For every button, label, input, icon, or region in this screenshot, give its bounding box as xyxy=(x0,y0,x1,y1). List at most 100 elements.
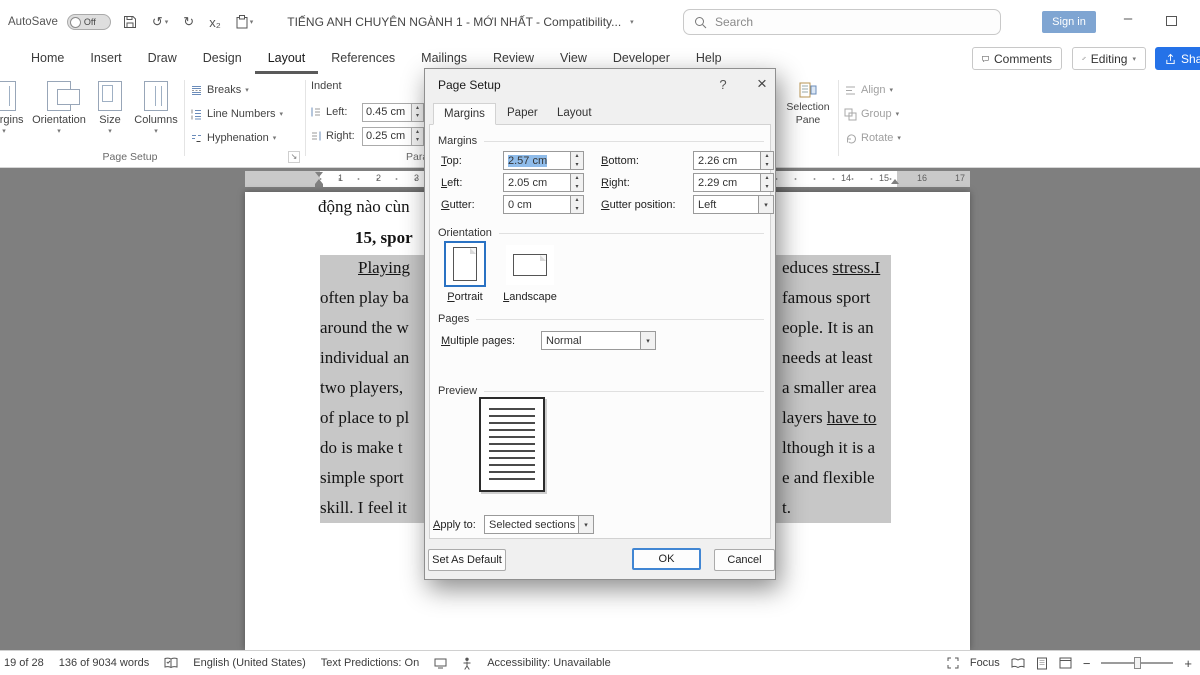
tab-layout[interactable]: Layout xyxy=(255,44,319,74)
zoom-slider-thumb[interactable] xyxy=(1134,657,1141,669)
right-indent-marker[interactable] xyxy=(891,179,899,184)
zoom-out-button[interactable]: − xyxy=(1083,656,1091,671)
paste-button[interactable]: ▾ xyxy=(233,13,257,31)
document-text-line[interactable]: two players, xyxy=(320,378,403,401)
align-button[interactable]: Align ▾ xyxy=(844,80,893,100)
top-margin-spinner[interactable]: ▴▾ xyxy=(570,152,583,169)
minimize-button[interactable]: – xyxy=(1118,10,1138,27)
dialog-tab-layout[interactable]: Layout xyxy=(547,103,602,125)
undo-button[interactable]: ↺ ▾ xyxy=(149,12,171,32)
title-chevron-icon[interactable]: ▾ xyxy=(630,18,634,26)
comments-button[interactable]: Comments xyxy=(972,47,1062,70)
dialog-tab-paper[interactable]: Paper xyxy=(497,103,548,125)
zoom-in-button[interactable]: + xyxy=(1184,656,1192,671)
document-text-line[interactable]: educes stress.I xyxy=(782,258,880,281)
editing-button[interactable]: Editing ▾ xyxy=(1072,47,1146,70)
document-text-line[interactable]: layers have to xyxy=(782,408,876,431)
document-text-line[interactable]: famous sport xyxy=(782,288,870,311)
gutter-field[interactable]: 0 cm ▴▾ xyxy=(503,195,584,214)
landscape-option[interactable] xyxy=(506,245,554,285)
cancel-button[interactable]: Cancel xyxy=(714,549,775,571)
indent-right-spinner[interactable]: ▴▾ xyxy=(411,128,423,145)
right-margin-field[interactable]: 2.29 cm ▴▾ xyxy=(693,173,774,192)
tab-draw[interactable]: Draw xyxy=(135,44,190,74)
multiple-pages-dropdown-icon[interactable]: ▾ xyxy=(640,332,655,349)
read-mode-button[interactable] xyxy=(1011,658,1025,669)
tab-references[interactable]: References xyxy=(318,44,408,74)
page-indicator[interactable]: 19 of 28 xyxy=(4,657,44,669)
document-text-line[interactable]: of place to pl xyxy=(320,408,409,431)
document-text-line[interactable]: eople. It is an xyxy=(782,318,874,341)
word-count[interactable]: 136 of 9034 words xyxy=(59,657,150,669)
document-text-line[interactable]: lthough it is a xyxy=(782,438,875,461)
web-layout-button[interactable] xyxy=(1059,657,1072,669)
document-text-line[interactable]: t. xyxy=(782,498,791,521)
first-line-indent-marker[interactable] xyxy=(315,172,323,177)
gutter-spinner[interactable]: ▴▾ xyxy=(570,196,583,213)
gutter-position-select[interactable]: Left ▾ xyxy=(693,195,774,214)
accessibility-status[interactable]: Accessibility: Unavailable xyxy=(487,657,611,669)
group-button[interactable]: Group ▾ xyxy=(844,104,899,124)
indent-right-field[interactable]: 0.25 cm ▴▾ xyxy=(362,127,424,146)
page-setup-dialog-launcher[interactable]: ↘ xyxy=(288,151,300,163)
search-box[interactable]: Search xyxy=(683,9,1001,35)
document-text-line[interactable]: around the w xyxy=(320,318,409,341)
print-layout-button[interactable] xyxy=(1036,657,1048,670)
set-as-default-button[interactable]: Set As Default xyxy=(428,549,506,571)
left-indent-marker[interactable] xyxy=(315,184,323,187)
dialog-close-button[interactable]: × xyxy=(753,74,771,94)
right-margin-spinner[interactable]: ▴▾ xyxy=(760,174,773,191)
size-button[interactable]: Size ▾ xyxy=(90,78,130,154)
orientation-button[interactable]: Orientation ▾ xyxy=(28,78,90,154)
indent-left-spinner[interactable]: ▴▾ xyxy=(411,104,423,121)
hyphenation-button[interactable]: Hyphenation ▾ xyxy=(190,128,276,148)
dialog-help-button[interactable]: ? xyxy=(715,77,731,92)
bottom-margin-spinner[interactable]: ▴▾ xyxy=(760,152,773,169)
restore-window-button[interactable] xyxy=(1166,16,1177,26)
left-margin-field[interactable]: 2.05 cm ▴▾ xyxy=(503,173,584,192)
apply-to-select[interactable]: Selected sections ▾ xyxy=(484,515,594,534)
proofing-errors-button[interactable] xyxy=(164,657,178,670)
save-button[interactable] xyxy=(120,13,140,31)
document-text-line[interactable]: needs at least xyxy=(782,348,873,371)
tab-insert[interactable]: Insert xyxy=(77,44,134,74)
document-text-line[interactable]: 15, spor xyxy=(355,228,413,251)
text-predictions-indicator[interactable]: Text Predictions: On xyxy=(321,657,419,669)
document-text-line[interactable]: Playing xyxy=(358,258,410,281)
indent-left-field[interactable]: 0.45 cm ▴▾ xyxy=(362,103,424,122)
portrait-option[interactable] xyxy=(444,241,486,287)
ok-button[interactable]: OK xyxy=(632,548,701,570)
tab-design[interactable]: Design xyxy=(190,44,255,74)
dialog-tab-margins[interactable]: Margins xyxy=(433,103,496,125)
tab-home[interactable]: Home xyxy=(18,44,77,74)
zoom-slider[interactable] xyxy=(1101,662,1173,664)
document-text-line[interactable]: individual an xyxy=(320,348,409,371)
document-text-line[interactable]: skill. I feel it xyxy=(320,498,407,521)
focus-button[interactable]: Focus xyxy=(970,657,1000,669)
document-text-line[interactable]: simple sport xyxy=(320,468,404,491)
sign-in-button[interactable]: Sign in xyxy=(1042,11,1096,33)
share-button[interactable]: Share xyxy=(1155,47,1200,70)
accessibility-checker-button[interactable] xyxy=(462,657,472,670)
rotate-button[interactable]: Rotate ▾ xyxy=(844,128,901,148)
multiple-pages-select[interactable]: Normal ▾ xyxy=(541,331,656,350)
left-margin-spinner[interactable]: ▴▾ xyxy=(570,174,583,191)
language-indicator[interactable]: English (United States) xyxy=(193,657,306,669)
breaks-button[interactable]: Breaks ▾ xyxy=(190,80,249,100)
autosave-toggle[interactable]: Off xyxy=(67,14,111,30)
document-text-line[interactable]: do is make t xyxy=(320,438,403,461)
document-text-line[interactable]: e and flexible xyxy=(782,468,875,491)
columns-button[interactable]: Columns ▾ xyxy=(130,78,182,154)
apply-to-dropdown-icon[interactable]: ▾ xyxy=(578,516,593,533)
line-numbers-button[interactable]: Line Numbers ▾ xyxy=(190,104,283,124)
subscript-button[interactable]: x₂ xyxy=(206,13,224,32)
top-margin-field[interactable]: 2.57 cm ▴▾ xyxy=(503,151,584,170)
redo-button[interactable]: ↻ xyxy=(180,12,197,32)
document-text-line[interactable]: often play ba xyxy=(320,288,409,311)
document-text-line[interactable]: a smaller area xyxy=(782,378,876,401)
text-predictions-icon[interactable] xyxy=(434,658,447,669)
bottom-margin-field[interactable]: 2.26 cm ▴▾ xyxy=(693,151,774,170)
document-text-line[interactable]: động nào cùn xyxy=(318,197,410,220)
selection-pane-button[interactable]: Selection Pane xyxy=(781,78,835,152)
gutter-position-dropdown-icon[interactable]: ▾ xyxy=(758,196,773,213)
